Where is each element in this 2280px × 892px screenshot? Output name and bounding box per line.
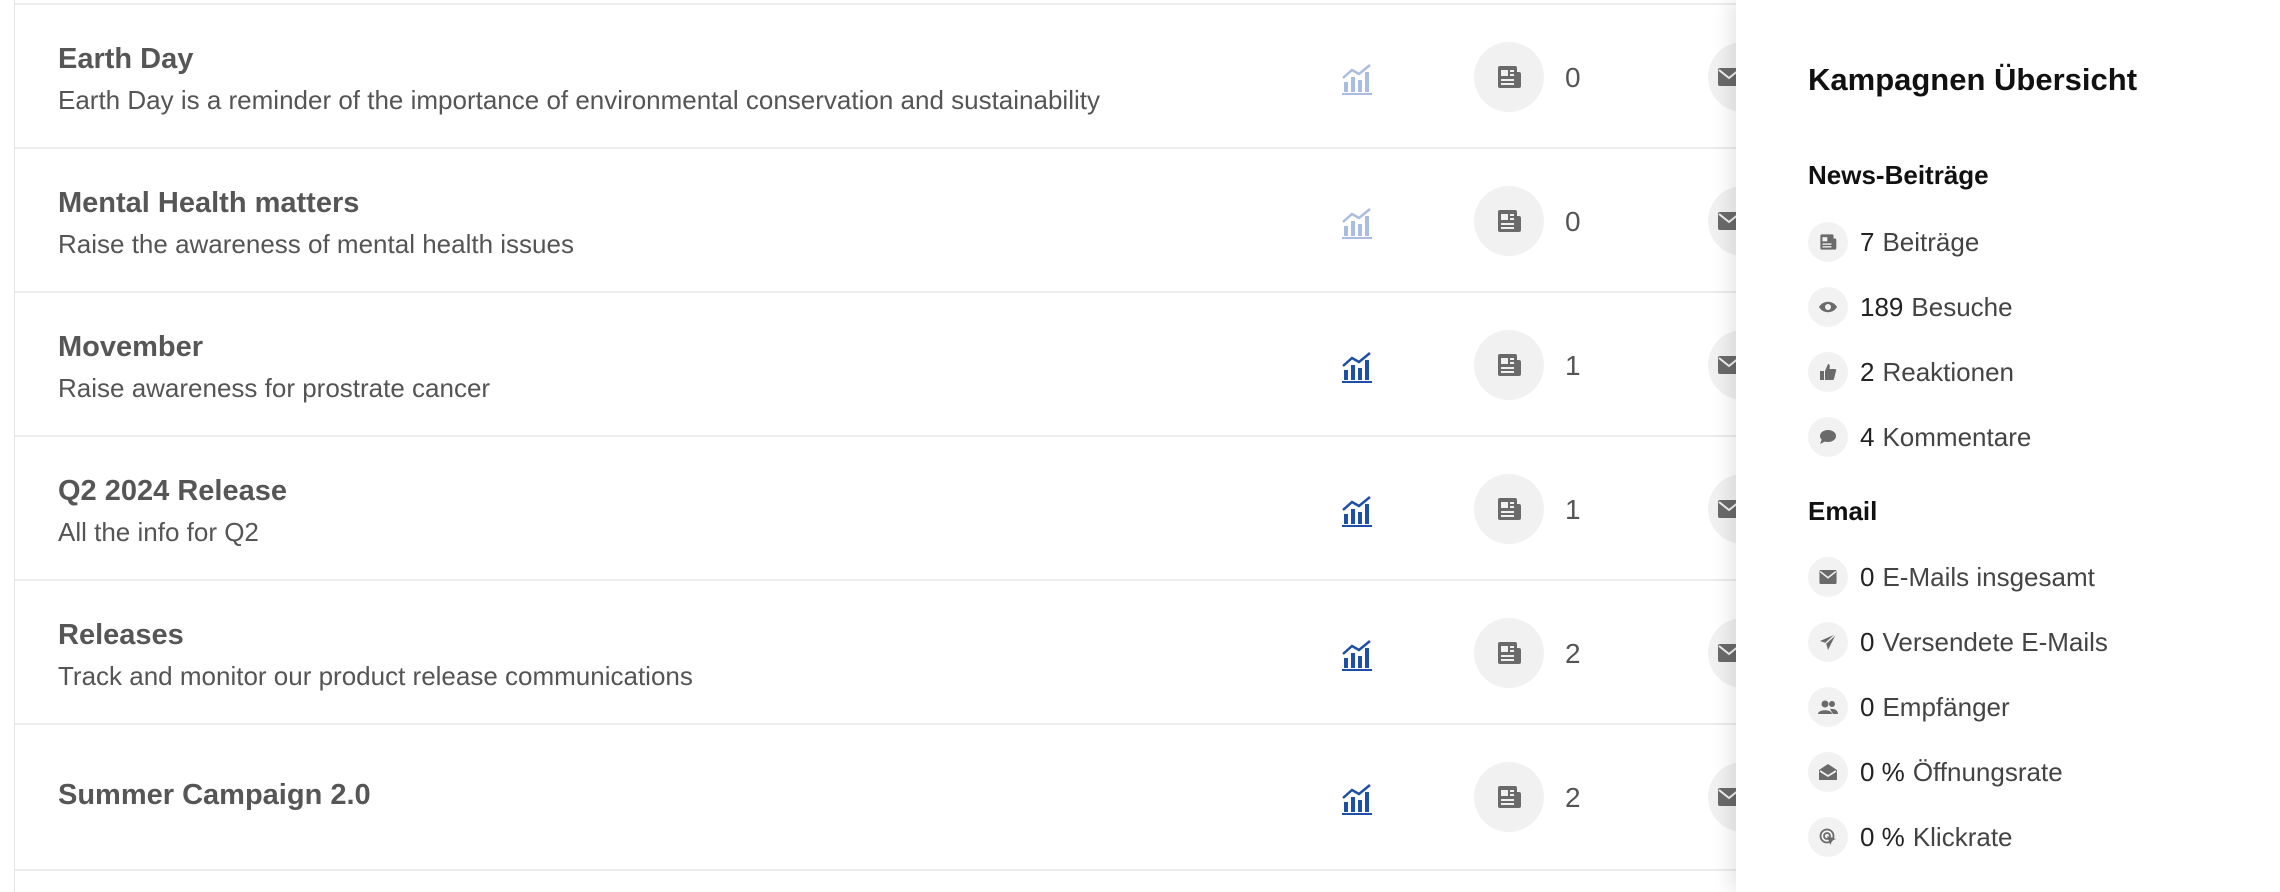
statistics-icon[interactable] <box>1340 782 1374 816</box>
campaign-title[interactable]: Releases <box>58 619 184 652</box>
stat-value: 7 <box>1860 226 1875 257</box>
stat-value: 0 % <box>1860 821 1905 852</box>
envelope-open-icon <box>1808 752 1848 792</box>
news-count: 0 <box>1565 206 1581 237</box>
campaign-title[interactable]: Earth Day <box>58 43 193 76</box>
stat-label: Reaktionen <box>1882 356 2015 387</box>
stat-label: Besuche <box>1911 291 2013 322</box>
news-posts-button[interactable] <box>1474 330 1544 400</box>
stat-reactions: 2 Reaktionen <box>1808 352 2014 392</box>
eye-icon <box>1808 287 1848 327</box>
email-section-title: Email <box>1808 496 1878 526</box>
news-section-title: News-Beiträge <box>1808 160 1989 190</box>
stat-label: Klickrate <box>1912 821 2013 852</box>
campaign-description: Raise awareness for prostrate cancer <box>58 373 491 403</box>
stat-sent-emails: 0 Versendete E-Mails <box>1808 622 2108 662</box>
thumbs-up-icon <box>1808 352 1848 392</box>
click-icon <box>1808 817 1848 857</box>
stat-value: 0 <box>1860 561 1875 592</box>
stat-posts: 7 Beiträge <box>1808 222 1979 262</box>
campaign-title[interactable]: Mental Health matters <box>58 187 359 220</box>
campaign-description: Earth Day is a reminder of the importanc… <box>58 85 1100 115</box>
panel-title: Kampagnen Übersicht <box>1808 62 2138 97</box>
stat-label: Kommentare <box>1882 421 2032 452</box>
stat-total-emails: 0 E-Mails insgesamt <box>1808 557 2095 597</box>
statistics-icon[interactable] <box>1340 494 1374 528</box>
stat-label: Beiträge <box>1882 226 1980 257</box>
stat-comments: 4 Kommentare <box>1808 417 2031 457</box>
users-icon <box>1808 687 1848 727</box>
comment-icon <box>1808 417 1848 457</box>
news-count: 1 <box>1565 350 1581 381</box>
newspaper-icon <box>1498 642 1521 664</box>
newspaper-icon <box>1498 786 1521 808</box>
stat-label: E-Mails insgesamt <box>1882 561 2095 592</box>
news-posts-button[interactable] <box>1474 42 1544 112</box>
stat-label: Öffnungsrate <box>1912 756 2063 787</box>
campaign-row[interactable]: Mental Health matters Raise the awarenes… <box>15 147 1778 293</box>
campaign-overview-panel: Kampagnen Übersicht News-Beiträge 7 Beit… <box>1736 0 2280 892</box>
news-posts-button[interactable] <box>1474 618 1544 688</box>
stat-click-rate: 0 % Klickrate <box>1808 817 2013 857</box>
newspaper-icon <box>1498 210 1521 232</box>
stat-open-rate: 0 % Öffnungsrate <box>1808 752 2063 792</box>
campaign-title[interactable]: Summer Campaign 2.0 <box>58 779 371 812</box>
news-count: 1 <box>1565 494 1581 525</box>
stat-value: 4 <box>1860 421 1875 452</box>
news-posts-button[interactable] <box>1474 762 1544 832</box>
campaign-description: All the info for Q2 <box>58 517 259 547</box>
stat-recipients: 0 Empfänger <box>1808 687 2010 727</box>
newspaper-icon <box>1498 66 1521 88</box>
stat-value: 2 <box>1860 356 1875 387</box>
campaign-description: Track and monitor our product release co… <box>58 661 693 691</box>
newspaper-icon <box>1808 222 1848 262</box>
statistics-icon[interactable] <box>1340 62 1374 96</box>
campaign-title[interactable]: Movember <box>58 331 203 364</box>
statistics-icon[interactable] <box>1340 206 1374 240</box>
newspaper-icon <box>1498 354 1521 376</box>
campaign-row[interactable]: Earth Day Earth Day is a reminder of the… <box>15 3 1778 149</box>
envelope-icon <box>1808 557 1848 597</box>
campaign-description: Raise the awareness of mental health iss… <box>58 229 574 259</box>
stat-value: 189 <box>1860 291 1904 322</box>
news-posts-button[interactable] <box>1474 186 1544 256</box>
campaign-row[interactable]: Summer Campaign 2.0 2 <box>15 723 1778 871</box>
newspaper-icon <box>1498 498 1521 520</box>
statistics-icon[interactable] <box>1340 638 1374 672</box>
news-count: 2 <box>1565 638 1581 669</box>
stat-value: 0 <box>1860 691 1875 722</box>
campaign-row[interactable]: Q2 2024 Release All the info for Q2 1 <box>15 435 1778 581</box>
news-count: 2 <box>1565 782 1581 813</box>
stat-value: 0 <box>1860 626 1875 657</box>
news-count: 0 <box>1565 62 1581 93</box>
news-posts-button[interactable] <box>1474 474 1544 544</box>
campaign-list: Earth Day Earth Day is a reminder of the… <box>14 0 1778 892</box>
stat-value: 0 % <box>1860 756 1905 787</box>
stat-label: Empfänger <box>1882 691 2010 722</box>
campaign-row[interactable]: Movember Raise awareness for prostrate c… <box>15 291 1778 437</box>
campaign-title[interactable]: Q2 2024 Release <box>58 475 287 508</box>
statistics-icon[interactable] <box>1340 350 1374 384</box>
stat-visits: 189 Besuche <box>1808 287 2013 327</box>
campaign-row[interactable]: Releases Track and monitor our product r… <box>15 579 1778 725</box>
paper-plane-icon <box>1808 622 1848 662</box>
stat-label: Versendete E-Mails <box>1882 626 2108 657</box>
